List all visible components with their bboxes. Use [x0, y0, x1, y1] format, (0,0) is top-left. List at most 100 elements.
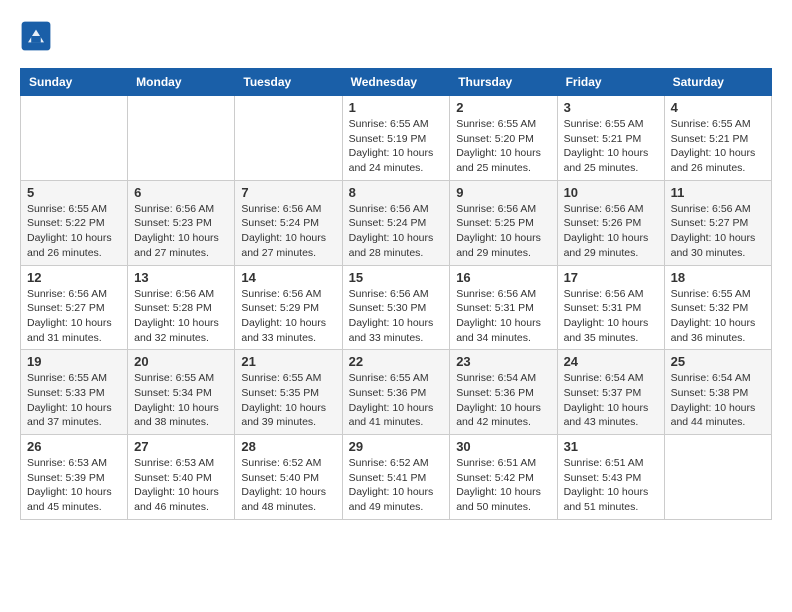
calendar-cell: 14Sunrise: 6:56 AM Sunset: 5:29 PM Dayli…: [235, 265, 342, 350]
logo-icon: [20, 20, 52, 52]
calendar-cell: 11Sunrise: 6:56 AM Sunset: 5:27 PM Dayli…: [664, 180, 771, 265]
weekday-header-wednesday: Wednesday: [342, 69, 450, 96]
weekday-header-sunday: Sunday: [21, 69, 128, 96]
day-info: Sunrise: 6:51 AM Sunset: 5:42 PM Dayligh…: [456, 456, 550, 515]
weekday-header-monday: Monday: [128, 69, 235, 96]
day-info: Sunrise: 6:56 AM Sunset: 5:25 PM Dayligh…: [456, 202, 550, 261]
calendar-cell: 22Sunrise: 6:55 AM Sunset: 5:36 PM Dayli…: [342, 350, 450, 435]
calendar-cell: 5 Sunrise: 6:55 AM Sunset: 5:22 PM Daylig…: [21, 180, 128, 265]
calendar-cell: [128, 96, 235, 181]
calendar-cell: 4Sunrise: 6:55 AM Sunset: 5:21 PM Daylig…: [664, 96, 771, 181]
day-info: Sunrise: 6:55 AM Sunset: 5:19 PM Dayligh…: [349, 117, 444, 176]
page-header: [20, 20, 772, 52]
day-number: 11: [671, 185, 765, 200]
day-number: 30: [456, 439, 550, 454]
calendar-cell: 9 Sunrise: 6:56 AM Sunset: 5:25 PM Daylig…: [450, 180, 557, 265]
day-info: Sunrise: 6:56 AM Sunset: 5:24 PM Dayligh…: [241, 202, 335, 261]
weekday-header-saturday: Saturday: [664, 69, 771, 96]
day-number: 17: [564, 270, 658, 285]
day-info: Sunrise: 6:52 AM Sunset: 5:40 PM Dayligh…: [241, 456, 335, 515]
day-number: 23: [456, 354, 550, 369]
day-info: Sunrise: 6:55 AM Sunset: 5:33 PM Dayligh…: [27, 371, 121, 430]
calendar-cell: 21 Sunrise: 6:55 AM Sunset: 5:35 PM Dayli…: [235, 350, 342, 435]
logo: [20, 20, 56, 52]
day-info: Sunrise: 6:55 AM Sunset: 5:21 PM Dayligh…: [564, 117, 658, 176]
calendar-cell: 30 Sunrise: 6:51 AM Sunset: 5:42 PM Dayli…: [450, 435, 557, 520]
calendar-cell: 16 Sunrise: 6:56 AM Sunset: 5:31 PM Dayli…: [450, 265, 557, 350]
calendar-cell: 25 Sunrise: 6:54 AM Sunset: 5:38 PM Dayli…: [664, 350, 771, 435]
calendar-cell: [235, 96, 342, 181]
calendar-cell: 7 Sunrise: 6:56 AM Sunset: 5:24 PM Daylig…: [235, 180, 342, 265]
day-number: 28: [241, 439, 335, 454]
calendar-cell: 18 Sunrise: 6:55 AM Sunset: 5:32 PM Dayli…: [664, 265, 771, 350]
calendar-cell: 24 Sunrise: 6:54 AM Sunset: 5:37 PM Dayli…: [557, 350, 664, 435]
day-info: Sunrise: 6:55 AM Sunset: 5:22 PM Dayligh…: [27, 202, 121, 261]
day-number: 9: [456, 185, 550, 200]
day-number: 13: [134, 270, 228, 285]
day-info: Sunrise: 6:55 AM Sunset: 5:20 PM Dayligh…: [456, 117, 550, 176]
day-info: Sunrise: 6:54 AM Sunset: 5:38 PM Dayligh…: [671, 371, 765, 430]
day-number: 26: [27, 439, 121, 454]
calendar-week-row: 5 Sunrise: 6:55 AM Sunset: 5:22 PM Daylig…: [21, 180, 772, 265]
day-number: 1: [349, 100, 444, 115]
day-info: Sunrise: 6:56 AM Sunset: 5:29 PM Dayligh…: [241, 287, 335, 346]
calendar-cell: 6Sunrise: 6:56 AM Sunset: 5:23 PM Daylig…: [128, 180, 235, 265]
calendar-cell: 27 Sunrise: 6:53 AM Sunset: 5:40 PM Dayli…: [128, 435, 235, 520]
day-info: Sunrise: 6:51 AM Sunset: 5:43 PM Dayligh…: [564, 456, 658, 515]
day-number: 22: [349, 354, 444, 369]
calendar-cell: 8Sunrise: 6:56 AM Sunset: 5:24 PM Daylig…: [342, 180, 450, 265]
calendar-cell: 10 Sunrise: 6:56 AM Sunset: 5:26 PM Dayli…: [557, 180, 664, 265]
day-info: Sunrise: 6:56 AM Sunset: 5:27 PM Dayligh…: [27, 287, 121, 346]
day-number: 12: [27, 270, 121, 285]
day-number: 3: [564, 100, 658, 115]
day-info: Sunrise: 6:55 AM Sunset: 5:35 PM Dayligh…: [241, 371, 335, 430]
day-info: Sunrise: 6:56 AM Sunset: 5:26 PM Dayligh…: [564, 202, 658, 261]
day-info: Sunrise: 6:56 AM Sunset: 5:24 PM Dayligh…: [349, 202, 444, 261]
day-info: Sunrise: 6:53 AM Sunset: 5:39 PM Dayligh…: [27, 456, 121, 515]
day-info: Sunrise: 6:55 AM Sunset: 5:34 PM Dayligh…: [134, 371, 228, 430]
day-number: 20: [134, 354, 228, 369]
day-info: Sunrise: 6:55 AM Sunset: 5:21 PM Dayligh…: [671, 117, 765, 176]
day-number: 5: [27, 185, 121, 200]
day-number: 31: [564, 439, 658, 454]
day-info: Sunrise: 6:56 AM Sunset: 5:23 PM Dayligh…: [134, 202, 228, 261]
calendar-cell: 19 Sunrise: 6:55 AM Sunset: 5:33 PM Dayli…: [21, 350, 128, 435]
calendar-table: SundayMondayTuesdayWednesdayThursdayFrid…: [20, 68, 772, 520]
day-number: 29: [349, 439, 444, 454]
day-info: Sunrise: 6:54 AM Sunset: 5:36 PM Dayligh…: [456, 371, 550, 430]
calendar-week-row: 1 Sunrise: 6:55 AM Sunset: 5:19 PM Daylig…: [21, 96, 772, 181]
calendar-week-row: 26 Sunrise: 6:53 AM Sunset: 5:39 PM Dayli…: [21, 435, 772, 520]
weekday-header-friday: Friday: [557, 69, 664, 96]
day-number: 19: [27, 354, 121, 369]
day-number: 10: [564, 185, 658, 200]
weekday-header-tuesday: Tuesday: [235, 69, 342, 96]
day-info: Sunrise: 6:52 AM Sunset: 5:41 PM Dayligh…: [349, 456, 444, 515]
day-info: Sunrise: 6:56 AM Sunset: 5:31 PM Dayligh…: [564, 287, 658, 346]
calendar-week-row: 12 Sunrise: 6:56 AM Sunset: 5:27 PM Dayli…: [21, 265, 772, 350]
day-info: Sunrise: 6:53 AM Sunset: 5:40 PM Dayligh…: [134, 456, 228, 515]
calendar-cell: 12 Sunrise: 6:56 AM Sunset: 5:27 PM Dayli…: [21, 265, 128, 350]
day-number: 24: [564, 354, 658, 369]
day-number: 15: [349, 270, 444, 285]
calendar-cell: 20 Sunrise: 6:55 AM Sunset: 5:34 PM Dayli…: [128, 350, 235, 435]
day-info: Sunrise: 6:55 AM Sunset: 5:32 PM Dayligh…: [671, 287, 765, 346]
calendar-cell: [664, 435, 771, 520]
day-number: 21: [241, 354, 335, 369]
calendar-cell: 1 Sunrise: 6:55 AM Sunset: 5:19 PM Daylig…: [342, 96, 450, 181]
calendar-week-row: 19 Sunrise: 6:55 AM Sunset: 5:33 PM Dayli…: [21, 350, 772, 435]
calendar-cell: 28 Sunrise: 6:52 AM Sunset: 5:40 PM Dayli…: [235, 435, 342, 520]
day-number: 18: [671, 270, 765, 285]
day-number: 16: [456, 270, 550, 285]
day-number: 27: [134, 439, 228, 454]
day-info: Sunrise: 6:56 AM Sunset: 5:31 PM Dayligh…: [456, 287, 550, 346]
calendar-cell: 29 Sunrise: 6:52 AM Sunset: 5:41 PM Dayli…: [342, 435, 450, 520]
day-info: Sunrise: 6:54 AM Sunset: 5:37 PM Dayligh…: [564, 371, 658, 430]
calendar-cell: 26 Sunrise: 6:53 AM Sunset: 5:39 PM Dayli…: [21, 435, 128, 520]
day-number: 25: [671, 354, 765, 369]
calendar-cell: 3 Sunrise: 6:55 AM Sunset: 5:21 PM Daylig…: [557, 96, 664, 181]
calendar-cell: [21, 96, 128, 181]
day-number: 2: [456, 100, 550, 115]
day-number: 7: [241, 185, 335, 200]
calendar-cell: 23 Sunrise: 6:54 AM Sunset: 5:36 PM Dayli…: [450, 350, 557, 435]
calendar-cell: 13Sunrise: 6:56 AM Sunset: 5:28 PM Dayli…: [128, 265, 235, 350]
